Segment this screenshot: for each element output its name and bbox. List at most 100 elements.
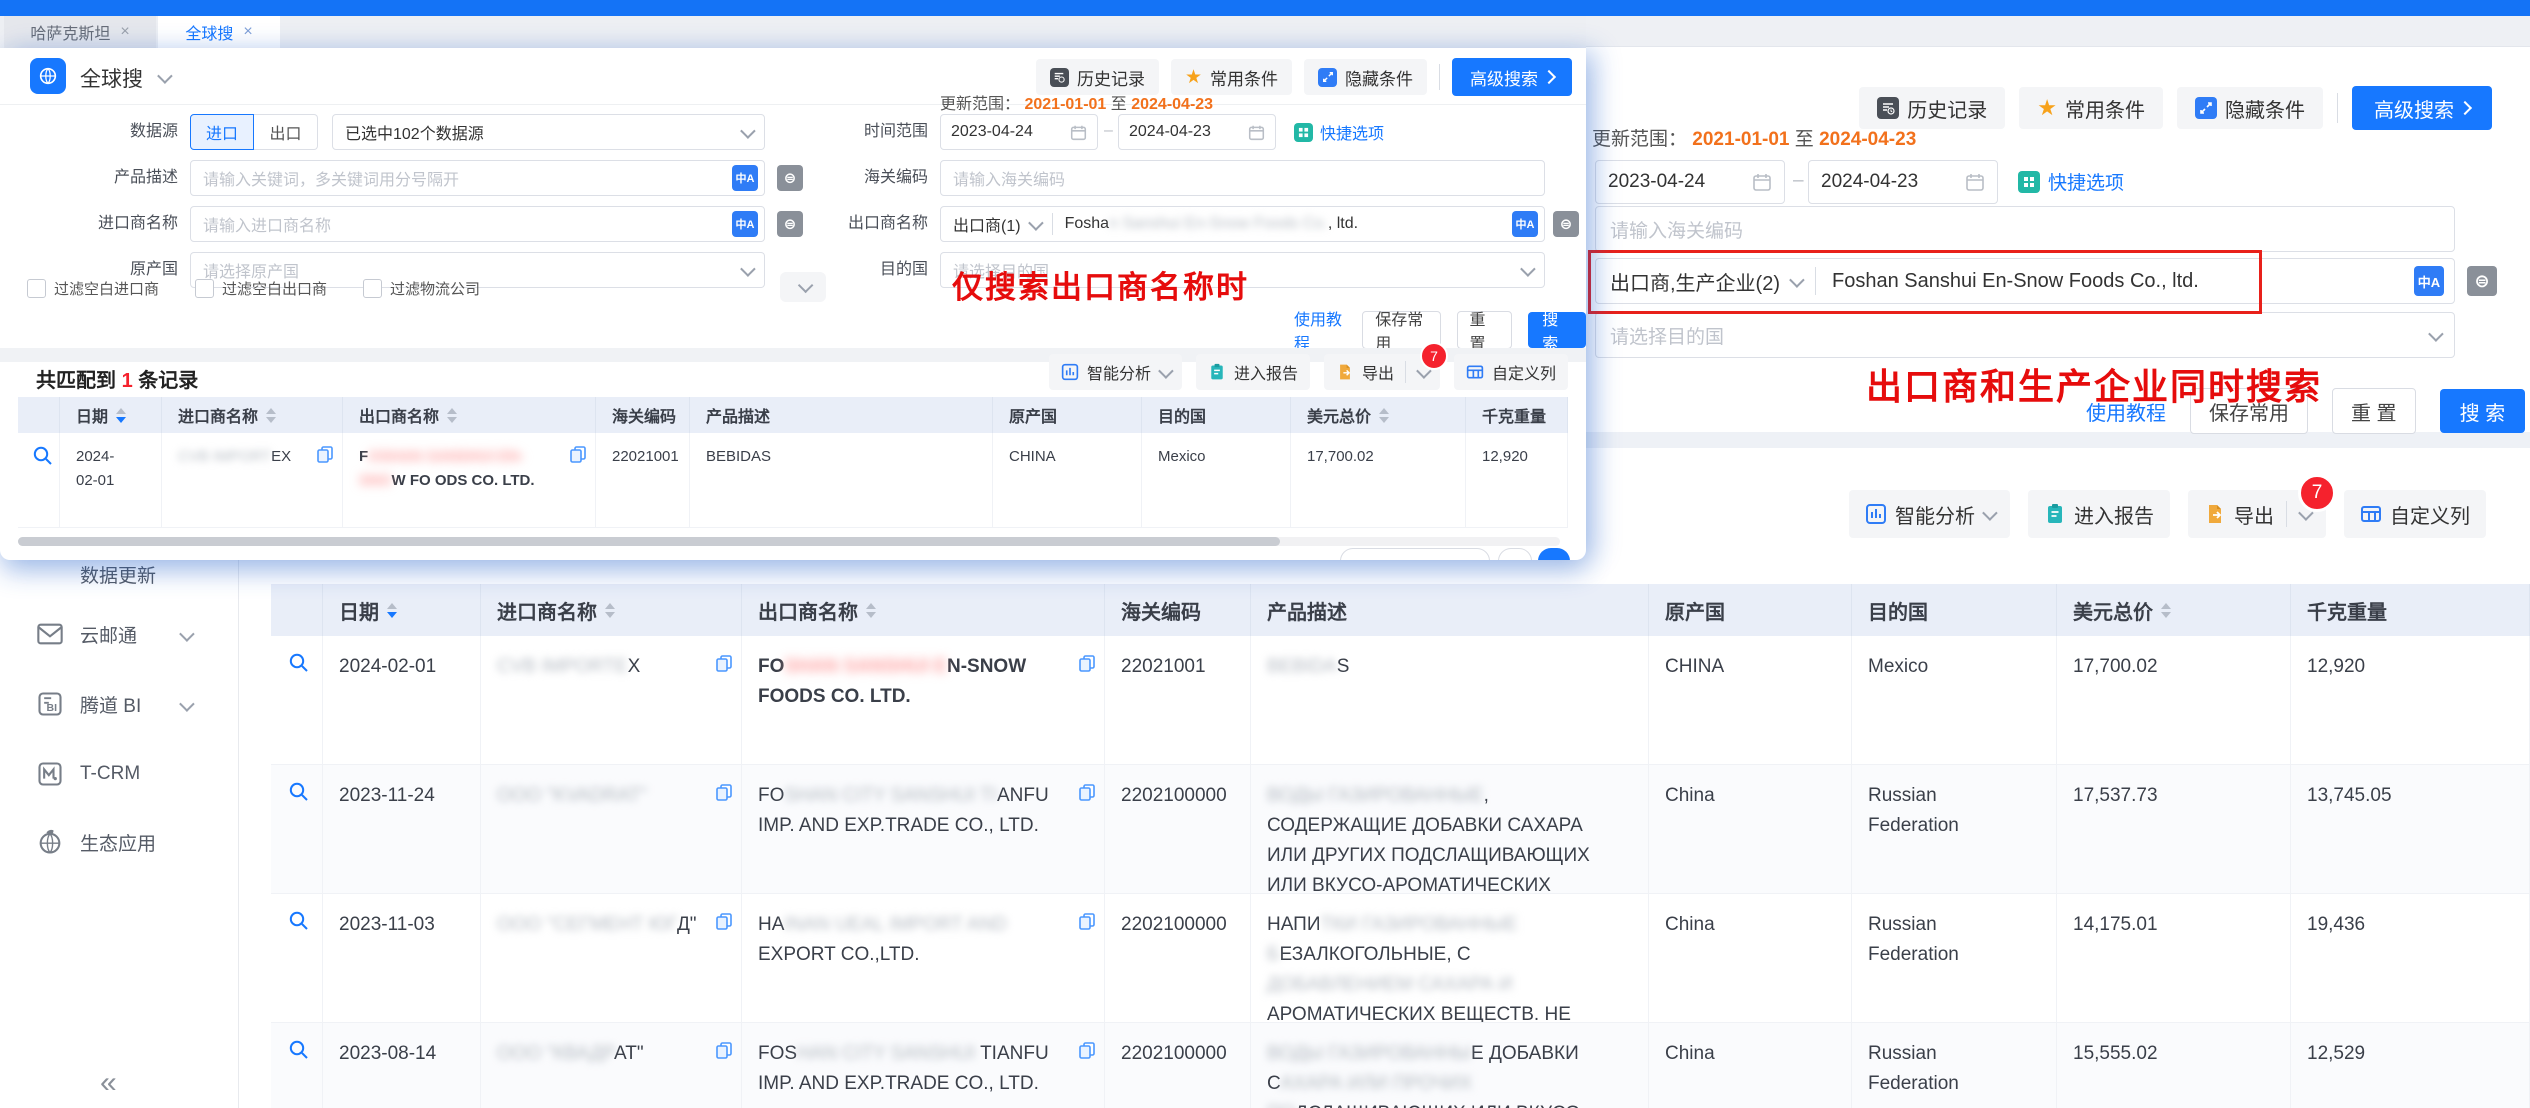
sort-icon[interactable]: [266, 408, 276, 423]
page-size-select[interactable]: [1340, 548, 1490, 560]
sort-icon[interactable]: [1379, 408, 1389, 423]
sort-icon[interactable]: [447, 408, 457, 423]
copy-icon[interactable]: [1078, 1039, 1096, 1069]
export-button[interactable]: 导出 7: [1324, 354, 1440, 390]
copy-icon[interactable]: [1078, 652, 1096, 682]
collapse-form-button[interactable]: [780, 272, 826, 302]
exact-match-icon[interactable]: ⊜: [2467, 266, 2497, 296]
smart-analysis-button[interactable]: 智能分析: [1049, 354, 1182, 390]
overlay-quick-options[interactable]: 快捷选项: [1294, 120, 1384, 144]
sort-icon[interactable]: [605, 603, 615, 618]
pagination-current[interactable]: [1538, 548, 1570, 560]
cell-text: 2202100000: [1121, 914, 1227, 935]
sidebar-item-4[interactable]: T-CRM: [0, 752, 238, 796]
sidebar-item-5[interactable]: 生态应用: [0, 820, 238, 864]
close-icon[interactable]: ×: [120, 23, 129, 41]
sort-icon[interactable]: [866, 603, 876, 618]
sort-icon[interactable]: [387, 603, 397, 618]
cell-text: Mexico: [1158, 448, 1206, 465]
sidebar-collapse-button[interactable]: «: [100, 1066, 117, 1100]
page-quick-options[interactable]: 快捷选项: [2018, 168, 2124, 195]
custom-columns-button[interactable]: 自定义列: [2344, 490, 2486, 538]
horizontal-scrollbar[interactable]: [18, 537, 1560, 546]
close-icon[interactable]: ×: [243, 23, 252, 41]
sidebar-item-2[interactable]: 云邮通: [0, 612, 238, 656]
export-button[interactable]: 导出 7: [2188, 490, 2326, 538]
copy-icon[interactable]: [1078, 910, 1096, 940]
translate-icon[interactable]: 中A: [2414, 266, 2444, 296]
checkbox-icon[interactable]: [363, 279, 382, 298]
filter-checkbox-1[interactable]: 过滤空白进口商: [27, 278, 159, 299]
reset-button[interactable]: 重 置: [2332, 388, 2416, 434]
actions-divider: [1439, 64, 1440, 90]
copy-icon[interactable]: [715, 1039, 733, 1069]
copy-icon[interactable]: [715, 910, 733, 940]
overlay-date-from[interactable]: 2023-04-24: [940, 114, 1098, 150]
history-button[interactable]: 历史记录: [1859, 87, 2005, 129]
toggle-export[interactable]: 出口: [254, 114, 318, 150]
chevron-down-icon[interactable]: [157, 68, 173, 84]
scrollbar-thumb[interactable]: [18, 537, 1280, 546]
page-date-from-input[interactable]: 2023-04-24: [1595, 160, 1785, 204]
hide-conditions-button[interactable]: 隐藏条件: [1304, 59, 1427, 95]
header-cell[interactable]: 出口商名称: [742, 584, 1105, 636]
sort-icon[interactable]: [2161, 603, 2171, 618]
copy-icon[interactable]: [715, 652, 733, 682]
page-date-to-input[interactable]: 2024-04-23: [1808, 160, 1998, 204]
tutorial-link[interactable]: 使用教程: [1294, 306, 1346, 354]
product-input[interactable]: 请输入关键词，多关键词用分号隔开 中A: [190, 160, 765, 196]
tab-kazakhstan[interactable]: 哈萨克斯坦 ×: [4, 16, 156, 48]
row-detail-magnifier-icon[interactable]: [271, 1023, 323, 1108]
advanced-search-button[interactable]: 高级搜索: [2352, 86, 2492, 130]
favorites-button[interactable]: ★ 常用条件: [2019, 87, 2163, 129]
header-cell[interactable]: 日期: [323, 584, 481, 636]
checkbox-icon[interactable]: [27, 279, 46, 298]
copy-icon[interactable]: [569, 445, 587, 471]
row-detail-magnifier-icon[interactable]: [271, 765, 323, 894]
filter-checkbox-3[interactable]: 过滤物流公司: [363, 278, 480, 299]
advanced-search-button[interactable]: 高级搜索: [1452, 58, 1572, 96]
reset-button[interactable]: 重 置: [1457, 311, 1513, 349]
enter-report-button[interactable]: 进入报告: [2028, 490, 2170, 538]
filter-checkbox-2[interactable]: 过滤空白出口商: [195, 278, 327, 299]
header-cell[interactable]: 进口商名称: [162, 397, 343, 433]
tab-global-search[interactable]: 全球搜 ×: [158, 16, 280, 48]
row-detail-magnifier-icon[interactable]: [271, 894, 323, 1023]
exporter-type-select[interactable]: 出口商(1): [941, 212, 1052, 236]
overlay-exporter-control[interactable]: 出口商(1) Foshan Sanshui En-Snow Foods Co.,…: [940, 206, 1545, 242]
export-label: 导出: [1362, 360, 1394, 384]
overlay-date-to[interactable]: 2024-04-23: [1118, 114, 1276, 150]
header-cell[interactable]: 进口商名称: [481, 584, 742, 636]
sort-icon[interactable]: [116, 408, 126, 423]
overlay-hs-input[interactable]: 请输入海关编码: [940, 160, 1545, 196]
row-detail-magnifier-icon[interactable]: [18, 433, 60, 528]
search-button[interactable]: 搜 索: [2440, 389, 2526, 433]
checkbox-icon[interactable]: [195, 279, 214, 298]
pagination-prev[interactable]: [1498, 548, 1532, 560]
hide-conditions-button[interactable]: 隐藏条件: [2177, 87, 2323, 129]
search-button[interactable]: 搜 索: [1528, 312, 1586, 348]
analysis-icon: [1061, 363, 1079, 381]
cell-date: 2023-11-24: [323, 765, 481, 894]
page-hs-code-input[interactable]: 请输入海关编码: [1595, 206, 2455, 252]
importer-input[interactable]: 请输入进口商名称 中A: [190, 206, 765, 242]
copy-icon[interactable]: [715, 781, 733, 811]
row-detail-magnifier-icon[interactable]: [271, 636, 323, 765]
page-destination-select[interactable]: 请选择目的国: [1595, 312, 2455, 358]
translate-icon[interactable]: 中A: [1512, 211, 1538, 237]
exact-match-icon[interactable]: ⊜: [1553, 211, 1579, 237]
header-cell[interactable]: 美元总价: [1291, 397, 1466, 433]
copy-icon[interactable]: [316, 445, 334, 471]
toggle-import[interactable]: 进口: [190, 114, 254, 150]
sidebar-item-3[interactable]: BI腾道 BI: [0, 682, 238, 726]
header-cell[interactable]: 美元总价: [2057, 584, 2291, 636]
smart-analysis-button[interactable]: 智能分析: [1849, 490, 2010, 538]
custom-columns-button[interactable]: 自定义列: [1454, 354, 1568, 390]
enter-report-button[interactable]: 进入报告: [1196, 354, 1310, 390]
header-cell[interactable]: 出口商名称: [343, 397, 596, 433]
header-cell[interactable]: 日期: [60, 397, 162, 433]
copy-icon[interactable]: [1078, 781, 1096, 811]
header-cell: 目的国: [1852, 584, 2057, 636]
datasource-select[interactable]: 已选中102个数据源: [332, 114, 765, 150]
datasource-value: 已选中102个数据源: [345, 120, 484, 144]
